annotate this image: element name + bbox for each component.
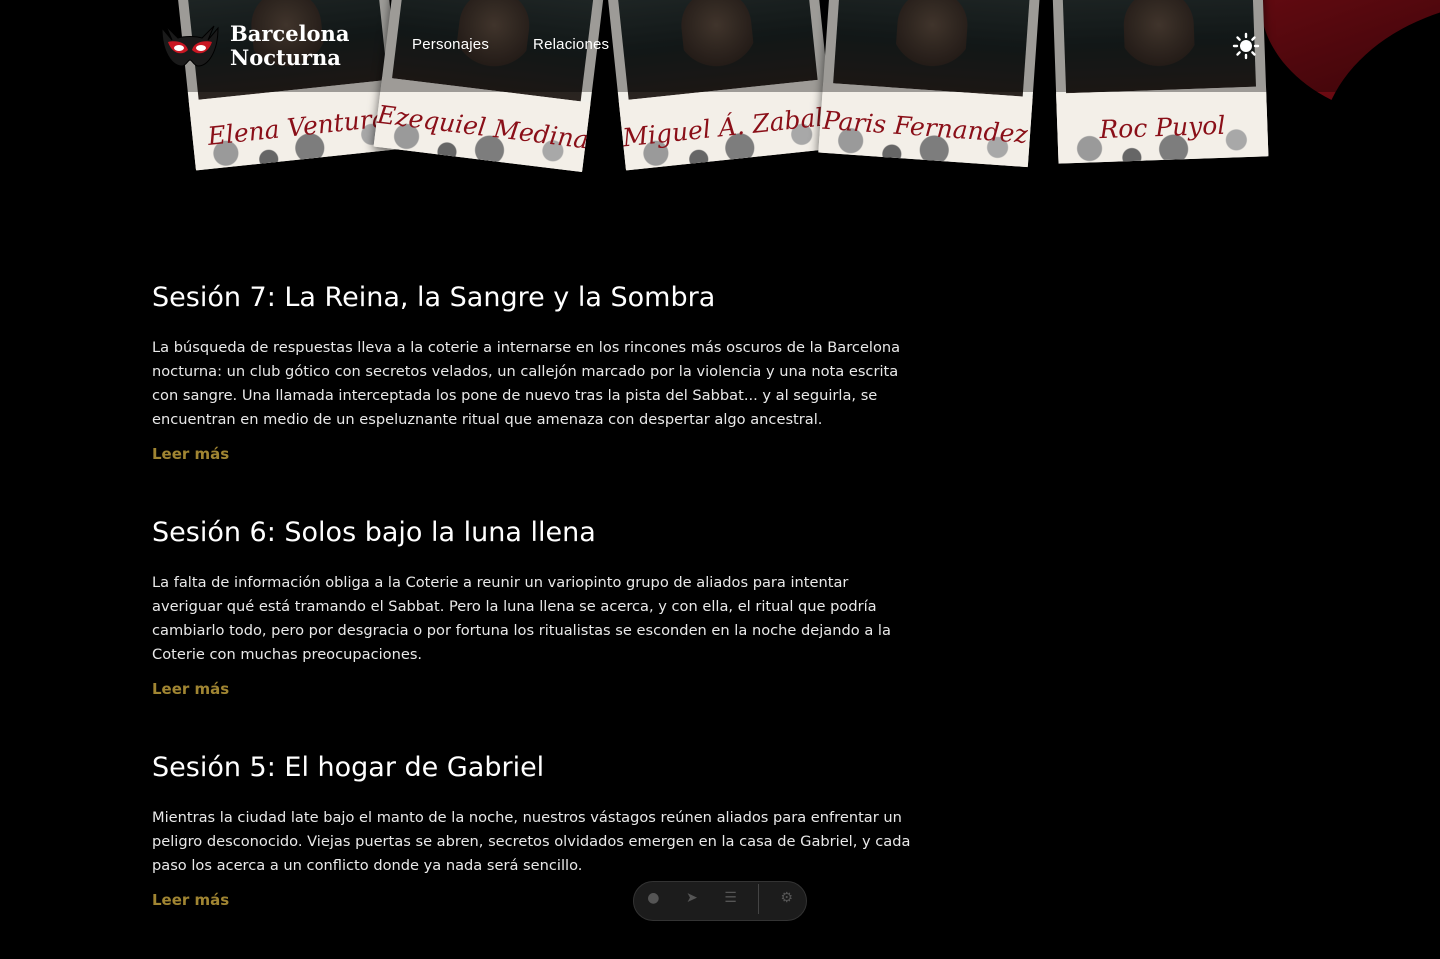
session-summary: La falta de información obliga a la Cote…: [152, 574, 891, 663]
sessions-list: Sesión 7: La Reina, la Sangre y la Sombr…: [152, 278, 912, 959]
session-title: Sesión 6: Solos bajo la luna llena: [152, 517, 596, 548]
nav-item-relaciones[interactable]: Relaciones: [533, 36, 609, 53]
person-icon[interactable]: ●: [642, 890, 664, 912]
session-summary: La búsqueda de respuestas lleva a la cot…: [152, 339, 901, 428]
session-title: Sesión 5: El hogar de Gabriel: [152, 752, 545, 783]
session-title: Sesión 7: La Reina, la Sangre y la Sombr…: [152, 282, 716, 313]
brand-line-2: Nocturna: [230, 45, 341, 70]
gear-icon[interactable]: ⚙: [776, 890, 798, 912]
masquerade-mask-icon: [161, 25, 219, 67]
main-nav: Personajes Relaciones: [412, 36, 609, 53]
nav-item-personajes[interactable]: Personajes: [412, 36, 489, 53]
read-more-link[interactable]: Leer más: [152, 680, 229, 698]
read-more-link[interactable]: Leer más: [152, 891, 229, 909]
site-header: Barcelona Nocturna Personajes Relaciones: [0, 0, 1440, 92]
brand-line-1: Barcelona: [230, 21, 350, 46]
sun-icon: [1232, 32, 1260, 60]
list-icon[interactable]: ☰: [719, 890, 741, 912]
theme-toggle-button[interactable]: [1230, 30, 1262, 62]
read-more-link[interactable]: Leer más: [152, 445, 229, 463]
character-banner: Elena Ventura Ezequiel Medina Miguel Á. …: [0, 0, 1440, 180]
session-item: Sesión 7: La Reina, la Sangre y la Sombr…: [152, 278, 912, 463]
toolbar-divider: [758, 884, 760, 914]
floating-toolbar: ● ➤ ☰ ⚙: [633, 881, 807, 921]
session-summary: Mientras la ciudad late bajo el manto de…: [152, 809, 911, 874]
brand-name: Barcelona Nocturna: [230, 22, 349, 70]
pointer-icon[interactable]: ➤: [681, 890, 703, 912]
site-logo[interactable]: Barcelona Nocturna: [158, 18, 349, 74]
session-item: Sesión 6: Solos bajo la luna llena La fa…: [152, 513, 912, 698]
